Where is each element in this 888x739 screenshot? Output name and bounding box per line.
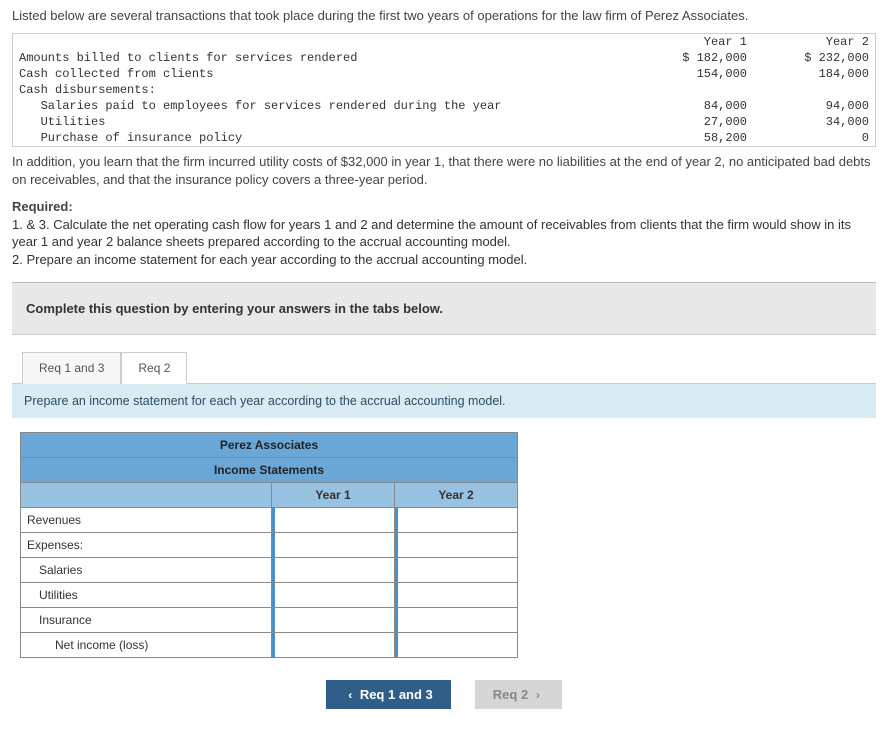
input-salaries-y2[interactable] xyxy=(395,558,518,583)
input-insurance-y1[interactable] xyxy=(272,608,395,633)
tab-strip: Req 1 and 3 Req 2 xyxy=(12,335,876,383)
input-expenses-y1[interactable] xyxy=(272,533,395,558)
input-netincome-y2[interactable] xyxy=(395,633,518,658)
table-row: Utilities 27,000 34,000 xyxy=(13,114,876,130)
table-row: Cash disbursements: xyxy=(13,82,876,98)
table-row: Salaries paid to employees for services … xyxy=(13,98,876,114)
income-col-year2: Year 2 xyxy=(395,483,518,508)
prev-button[interactable]: ‹ Req 1 and 3 xyxy=(326,680,451,709)
income-title: Income Statements xyxy=(21,458,518,483)
instruction-box: Complete this question by entering your … xyxy=(12,283,876,335)
chevron-left-icon: ‹ xyxy=(344,688,356,702)
transactions-table: Year 1 Year 2 Amounts billed to clients … xyxy=(12,33,876,147)
row-revenues: Revenues xyxy=(21,508,272,533)
input-expenses-y2[interactable] xyxy=(395,533,518,558)
next-button[interactable]: Req 2 › xyxy=(475,680,562,709)
income-col-year1: Year 1 xyxy=(272,483,395,508)
row-net-income: Net income (loss) xyxy=(21,633,272,658)
table-row: Cash collected from clients 154,000 184,… xyxy=(13,66,876,82)
tab-req-1-and-3[interactable]: Req 1 and 3 xyxy=(22,352,121,384)
required-block: Required: 1. & 3. Calculate the net oper… xyxy=(12,198,876,268)
income-company: Perez Associates xyxy=(21,433,518,458)
required-title: Required: xyxy=(12,198,876,216)
chevron-right-icon: › xyxy=(532,688,544,702)
tab-req-2[interactable]: Req 2 xyxy=(121,352,187,384)
intro-text: Listed below are several transactions th… xyxy=(12,8,876,23)
row-salaries: Salaries xyxy=(21,558,272,583)
row-insurance: Insurance xyxy=(21,608,272,633)
table-row: Purchase of insurance policy 58,200 0 xyxy=(13,130,876,147)
row-utilities: Utilities xyxy=(21,583,272,608)
col-year2: Year 2 xyxy=(753,34,876,51)
col-year1: Year 1 xyxy=(631,34,753,51)
required-line-2: 2. Prepare an income statement for each … xyxy=(12,251,876,269)
row-expenses: Expenses: xyxy=(21,533,272,558)
input-utilities-y2[interactable] xyxy=(395,583,518,608)
next-button-label: Req 2 xyxy=(493,687,528,702)
additional-info: In addition, you learn that the firm inc… xyxy=(12,153,876,188)
input-revenues-y2[interactable] xyxy=(395,508,518,533)
input-netincome-y1[interactable] xyxy=(272,633,395,658)
input-salaries-y1[interactable] xyxy=(272,558,395,583)
input-utilities-y1[interactable] xyxy=(272,583,395,608)
prev-button-label: Req 1 and 3 xyxy=(360,687,433,702)
required-line-1: 1. & 3. Calculate the net operating cash… xyxy=(12,216,876,251)
input-revenues-y1[interactable] xyxy=(272,508,395,533)
tab-instruction: Prepare an income statement for each yea… xyxy=(12,384,876,418)
table-row: Amounts billed to clients for services r… xyxy=(13,50,876,66)
input-insurance-y2[interactable] xyxy=(395,608,518,633)
income-statement-table: Perez Associates Income Statements Year … xyxy=(20,432,518,658)
